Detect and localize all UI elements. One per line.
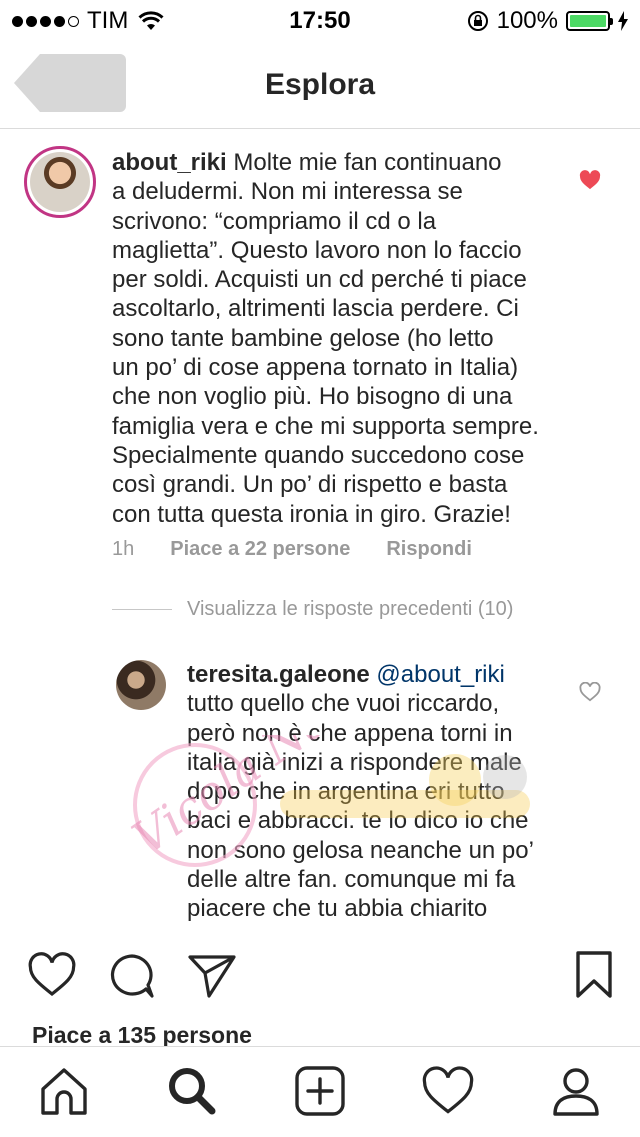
paper-plane-icon[interactable]: [187, 953, 237, 999]
view-previous-replies[interactable]: Visualizza le risposte precedenti (10): [112, 598, 513, 621]
nav-bar: Esplora: [0, 40, 640, 129]
comment-time: 1h: [112, 538, 135, 560]
comment-likes-link[interactable]: Piace a 22 persone: [170, 538, 350, 561]
status-bar: TIM 17:50 100%: [0, 0, 640, 40]
comment-like-icon[interactable]: [579, 170, 601, 190]
view-replies-label[interactable]: Visualizza le risposte precedenti (10): [187, 598, 513, 621]
comment-username[interactable]: about_riki: [112, 149, 227, 176]
bookmark-icon[interactable]: [574, 950, 614, 1000]
reply-username[interactable]: teresita.galeone: [187, 661, 370, 688]
reply-avatar[interactable]: [116, 660, 166, 710]
battery-icon: [566, 11, 613, 31]
tab-bar: [0, 1046, 640, 1137]
reply-mention[interactable]: @about_riki: [376, 661, 504, 688]
reply-body: tutto quello che vuoi riccardo, però non…: [187, 690, 534, 923]
comment-bubble-icon[interactable]: [108, 952, 156, 1000]
comment-body: Molte mie fan continuano a deludermi. No…: [112, 149, 539, 528]
comment-meta: 1h Piace a 22 persone Rispondi: [112, 538, 508, 561]
page-title: Esplora: [264, 68, 376, 101]
like-heart-icon[interactable]: [28, 952, 76, 998]
activity-heart-icon[interactable]: [422, 1065, 474, 1117]
reply-button[interactable]: Rispondi: [386, 538, 472, 561]
post-likes[interactable]: Piace a 135 persone: [32, 1022, 252, 1049]
avatar[interactable]: [24, 146, 96, 218]
comment-text: about_riki Molte mie fan continuano a de…: [112, 148, 582, 529]
status-right: 100%: [467, 7, 628, 35]
post-actions: [0, 950, 640, 1006]
charging-bolt-icon: [618, 11, 628, 31]
battery-percent: 100%: [496, 7, 558, 34]
reply-text: teresita.galeone @about_riki tutto quell…: [187, 660, 577, 924]
search-icon[interactable]: [166, 1065, 218, 1117]
profile-icon[interactable]: [550, 1065, 602, 1117]
reply-like-icon[interactable]: [579, 682, 601, 702]
add-post-icon[interactable]: [294, 1065, 346, 1117]
home-icon[interactable]: [38, 1065, 90, 1117]
replies-divider: [112, 609, 172, 610]
orientation-lock-icon: [467, 11, 488, 31]
